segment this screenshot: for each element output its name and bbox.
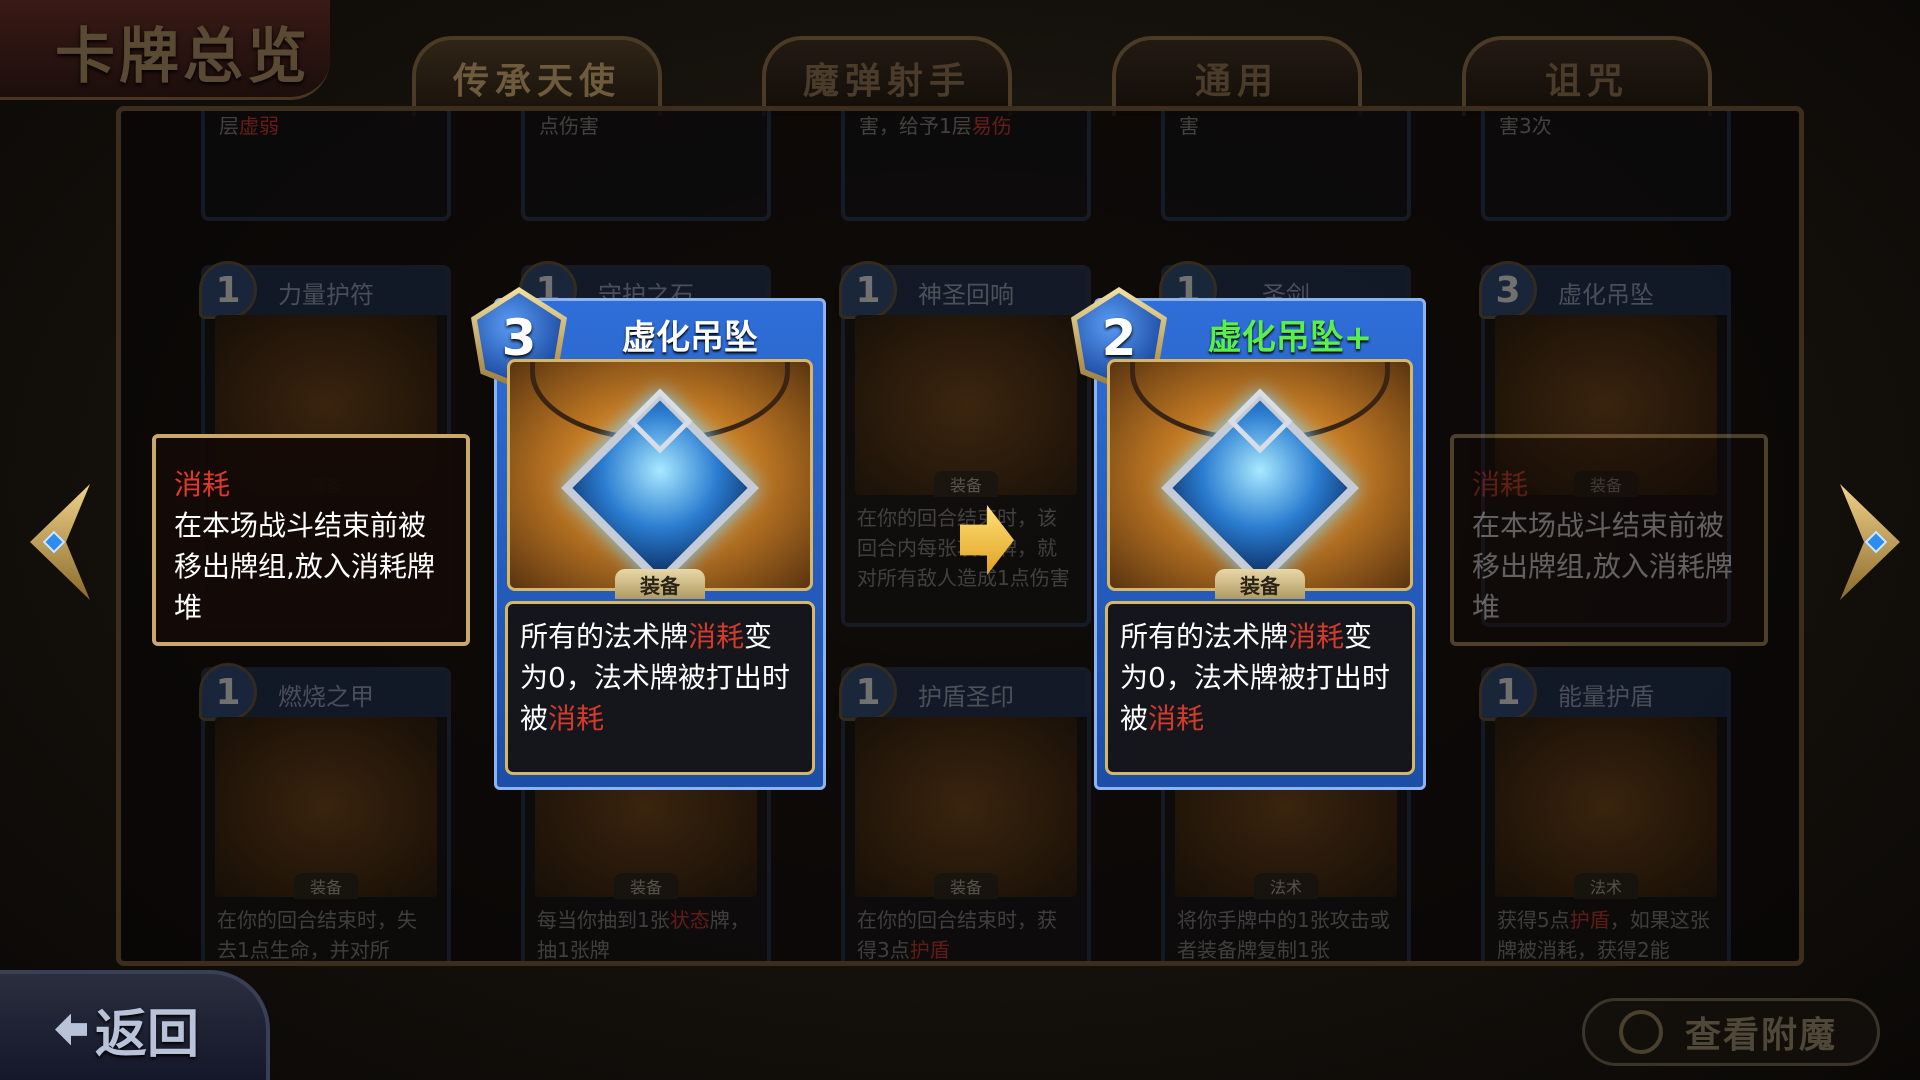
card-burning-armor[interactable]: 1 燃烧之甲 装备 在你的回合结束时，失去1点生命，并对所 [199, 663, 451, 962]
game-screen: 卡牌总览 传承天使 魔弹射手 通用 诅咒 层虚弱 点伤害 害，给予1层易伤 害 … [0, 0, 1920, 1080]
card-cost: 1 [1479, 663, 1537, 721]
tab-curse[interactable]: 诅咒 [1462, 36, 1712, 116]
card-art: 装备 [855, 315, 1077, 497]
card-desc: 每当你抽到1张状态牌，抽1张牌 [537, 908, 750, 962]
view-enchant-toggle[interactable]: 查看附魔 [1582, 998, 1880, 1066]
card-art: 装备 [215, 717, 437, 899]
pendant-art [507, 359, 813, 591]
featured-card-upgraded[interactable]: 2 虚化吊坠+ 装备 所有的法术牌消耗变为0，法术牌被打出时被消耗 [1071, 287, 1426, 790]
prev-card-button[interactable] [30, 484, 90, 600]
card-energy-shield[interactable]: 1 能量护盾 法术 获得5点护盾，如果这张牌被消耗，获得2能 [1479, 663, 1731, 962]
card-holy-echo[interactable]: 1 神圣回响 装备 在你的回合结束时，该回合内每张攻击牌，就对所有敌人造成1点伤… [839, 261, 1091, 627]
card-type: 装备 [615, 569, 705, 599]
card-type: 法术 [1253, 873, 1319, 899]
card-art: 法术 [1495, 717, 1717, 899]
card-type: 装备 [933, 471, 999, 497]
toggle-circle-icon[interactable] [1619, 1010, 1663, 1054]
featured-card-base[interactable]: 3 虚化吊坠 装备 所有的法术牌消耗变为0，法术牌被打出时被消耗 [471, 287, 826, 790]
card-cost: 1 [199, 261, 257, 319]
card-desc: 害，给予1层 [859, 114, 972, 138]
card-type: 法术 [1573, 873, 1639, 899]
card-desc: 获得5点护盾，如果这张牌被消耗，获得2能 [1497, 908, 1710, 962]
tab-label: 传承天使 [452, 60, 621, 102]
card-type: 装备 [933, 873, 999, 899]
card-desc: 在你的回合结束时，获得3点护盾 [857, 908, 1057, 962]
card-keyword: 虚弱 [239, 114, 279, 138]
back-button-label[interactable]: 返回 [55, 992, 199, 1067]
card-cost: 1 [839, 261, 897, 319]
card-top-1[interactable]: 层虚弱 [201, 111, 451, 221]
next-card-button[interactable] [1840, 484, 1900, 600]
card-shield-seal[interactable]: 1 护盾圣印 装备 在你的回合结束时，获得3点护盾 [839, 663, 1091, 962]
card-cost: 1 [199, 663, 257, 721]
page-title: 卡牌总览 [55, 22, 311, 92]
card-top-2[interactable]: 点伤害 [521, 111, 771, 221]
tooltip-text: 在本场战斗结束前被移出牌组,放入消耗牌堆 [174, 509, 435, 624]
card-cost: 3 [1479, 261, 1537, 319]
card-desc: 在你的回合结束时，失去1点生命，并对所 [217, 908, 417, 962]
back-arrow-icon [55, 1013, 87, 1046]
card-cost: 1 [839, 663, 897, 721]
card-keyword: 易伤 [971, 114, 1012, 138]
tooltip-keyword: 消耗 [174, 468, 231, 501]
card-desc: 害3次 [1499, 114, 1552, 138]
card-type: 装备 [293, 873, 359, 899]
tab-label: 诅咒 [1544, 60, 1629, 102]
keyword-tooltip: 消耗 在本场战斗结束前被移出牌组,放入消耗牌堆 [152, 434, 470, 646]
keyword-tooltip-faded: 消耗 在本场战斗结束前被移出牌组,放入消耗牌堆 [1450, 434, 1768, 646]
card-desc: 将你手牌中的1张攻击或者装备牌复制1张 [1177, 908, 1390, 962]
card-top-3[interactable]: 害，给予1层易伤 [841, 111, 1091, 221]
tab-inheritance-angel[interactable]: 传承天使 [412, 36, 662, 116]
pendant-art [1107, 359, 1413, 591]
view-enchant-label: 查看附魔 [1685, 1015, 1838, 1056]
card-top-4[interactable]: 害 [1161, 111, 1411, 221]
card-desc: 所有的法术牌消耗变为0，法术牌被打出时被消耗 [1105, 601, 1415, 775]
card-type: 装备 [613, 873, 679, 899]
back-text: 返回 [95, 1004, 200, 1065]
card-type: 装备 [1215, 569, 1305, 599]
card-name: 虚化吊坠+ [1207, 317, 1373, 358]
tooltip-text: 在本场战斗结束前被移出牌组,放入消耗牌堆 [1472, 509, 1733, 624]
card-desc: 层 [219, 114, 239, 138]
card-art: 装备 [855, 717, 1077, 899]
tab-label: 通用 [1194, 60, 1279, 102]
card-desc: 所有的法术牌消耗变为0，法术牌被打出时被消耗 [505, 601, 815, 775]
tooltip-keyword: 消耗 [1472, 468, 1529, 501]
tab-magic-gunner[interactable]: 魔弹射手 [762, 36, 1012, 116]
card-top-5[interactable]: 害3次 [1481, 111, 1731, 221]
card-desc: 点伤害 [539, 114, 599, 138]
tab-general[interactable]: 通用 [1112, 36, 1362, 116]
card-name: 虚化吊坠 [622, 317, 758, 358]
tab-label: 魔弹射手 [802, 60, 971, 102]
card-desc: 害 [1179, 114, 1199, 138]
